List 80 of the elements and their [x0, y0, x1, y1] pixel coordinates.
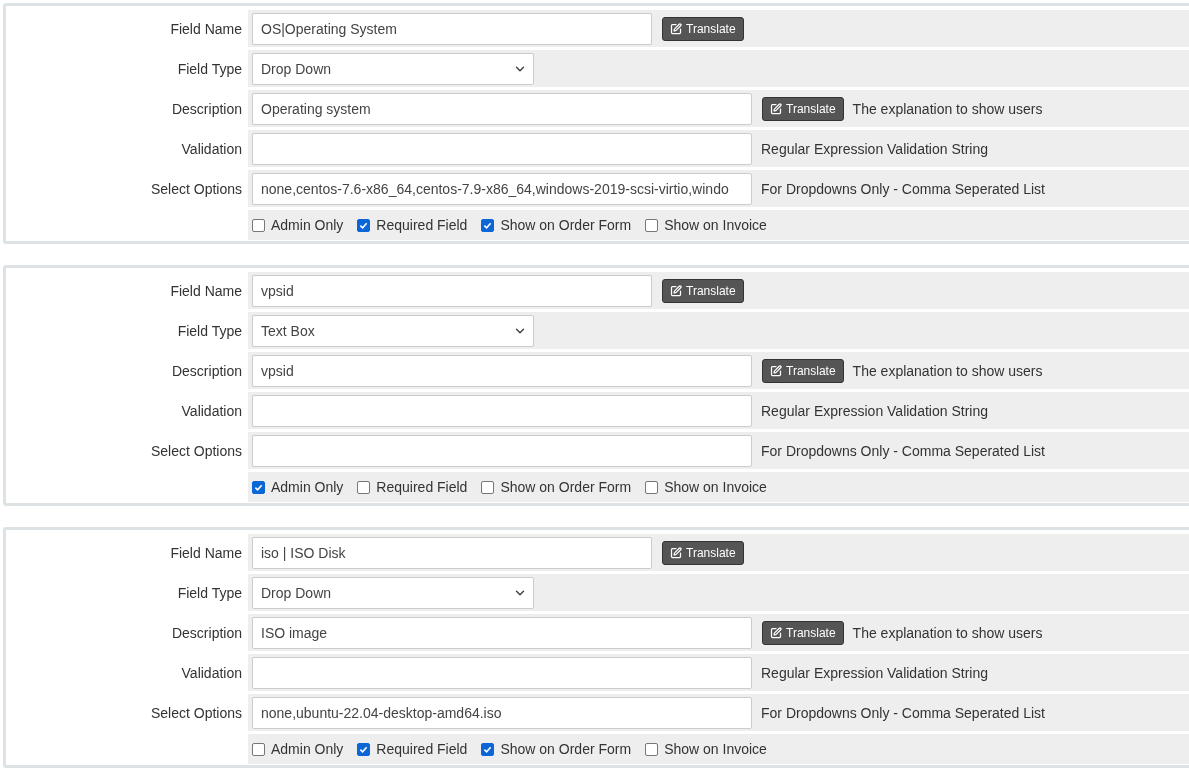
field-hint: The explanation to show users	[852, 362, 1043, 379]
field-label: Field Type	[176, 321, 243, 341]
check-icon	[254, 482, 263, 492]
translate-button[interactable]: Translate	[762, 96, 844, 121]
field-label: Description	[170, 361, 243, 381]
checkbox-label: Required Field	[376, 217, 468, 233]
translate-button[interactable]: Translate	[662, 540, 744, 565]
field-hint: For Dropdowns Only - Comma Seperated List	[761, 180, 1045, 197]
checkbox[interactable]	[252, 218, 265, 232]
field-hint: The explanation to show users	[852, 624, 1043, 641]
field-label: Field Type	[176, 583, 243, 603]
check-icon	[483, 220, 493, 230]
checkbox-label: Show on Order Form	[500, 479, 632, 495]
input-field[interactable]: iso | ISO Disk	[252, 536, 652, 569]
input-field[interactable]: ISO image	[252, 616, 752, 649]
checkbox-label: Show on Order Form	[500, 217, 632, 233]
field-hint: For Dropdowns Only - Comma Seperated List	[761, 442, 1045, 459]
checkbox[interactable]	[481, 218, 495, 232]
edit-icon	[670, 546, 682, 559]
translate-button[interactable]: Translate	[662, 16, 744, 41]
field-label: Field Name	[169, 281, 243, 301]
checkbox-label: Required Field	[376, 741, 468, 757]
dropdown[interactable]: Text Box	[252, 314, 534, 347]
input-field[interactable]: vpsid	[252, 354, 752, 387]
field-hint: For Dropdowns Only - Comma Seperated List	[761, 704, 1045, 721]
input-field[interactable]	[252, 434, 752, 467]
input-field[interactable]: OS|Operating System	[252, 12, 652, 45]
checkbox-label: Required Field	[376, 479, 468, 495]
field-label: Field Type	[176, 59, 243, 79]
check-icon	[359, 220, 369, 230]
field-hint: Regular Expression Validation String	[761, 664, 988, 681]
checkbox-label: Show on Order Form	[500, 741, 632, 757]
field-label: Description	[170, 623, 243, 643]
edit-icon	[770, 626, 782, 639]
translate-button[interactable]: Translate	[662, 278, 744, 303]
field-label: Select Options	[149, 703, 243, 723]
checkbox[interactable]	[481, 742, 495, 756]
check-icon	[359, 744, 369, 754]
dropdown[interactable]: Drop Down	[252, 52, 534, 85]
field-label: Select Options	[149, 179, 243, 199]
field-label: Validation	[180, 139, 243, 159]
field-hint: Regular Expression Validation String	[761, 140, 988, 157]
dropdown[interactable]: Drop Down	[252, 576, 534, 609]
field-label: Field Name	[169, 19, 243, 39]
input-field[interactable]: none,centos-7.6-x86_64,centos-7.9-x86_64,windows-2019-scsi-virtio,windo	[252, 172, 752, 205]
checkbox-label: Show on Invoice	[664, 217, 767, 233]
checkbox[interactable]	[481, 480, 495, 494]
checkbox[interactable]	[252, 480, 265, 494]
edit-icon	[770, 102, 782, 115]
translate-button[interactable]: Translate	[762, 620, 844, 645]
input-field[interactable]	[252, 132, 752, 165]
checkbox[interactable]	[357, 480, 371, 494]
field-hint: The explanation to show users	[852, 100, 1043, 117]
edit-icon	[770, 364, 782, 377]
field-label: Validation	[180, 663, 243, 683]
field-label: Select Options	[149, 441, 243, 461]
checkbox-label: Admin Only	[271, 741, 344, 757]
field-label: Description	[170, 99, 243, 119]
checkbox[interactable]	[252, 742, 265, 756]
field-label: Validation	[180, 401, 243, 421]
checkbox[interactable]	[645, 742, 659, 756]
checkbox-label: Show on Invoice	[664, 479, 767, 495]
checkbox-label: Admin Only	[271, 479, 344, 495]
checkbox[interactable]	[357, 218, 371, 232]
checkbox-label: Admin Only	[271, 217, 344, 233]
translate-button[interactable]: Translate	[762, 358, 844, 383]
check-icon	[483, 744, 493, 754]
edit-icon	[670, 284, 682, 297]
edit-icon	[670, 22, 682, 35]
field-label: Field Name	[169, 543, 243, 563]
input-field[interactable]	[252, 394, 752, 427]
field-hint: Regular Expression Validation String	[761, 402, 988, 419]
input-field[interactable]: none,ubuntu-22.04-desktop-amd64.iso	[252, 696, 752, 729]
checkbox-label: Show on Invoice	[664, 741, 767, 757]
input-field[interactable]: Operating system	[252, 92, 752, 125]
checkbox[interactable]	[645, 480, 659, 494]
checkbox[interactable]	[357, 742, 371, 756]
input-field[interactable]: vpsid	[252, 274, 652, 307]
input-field[interactable]	[252, 656, 752, 689]
checkbox[interactable]	[645, 218, 659, 232]
